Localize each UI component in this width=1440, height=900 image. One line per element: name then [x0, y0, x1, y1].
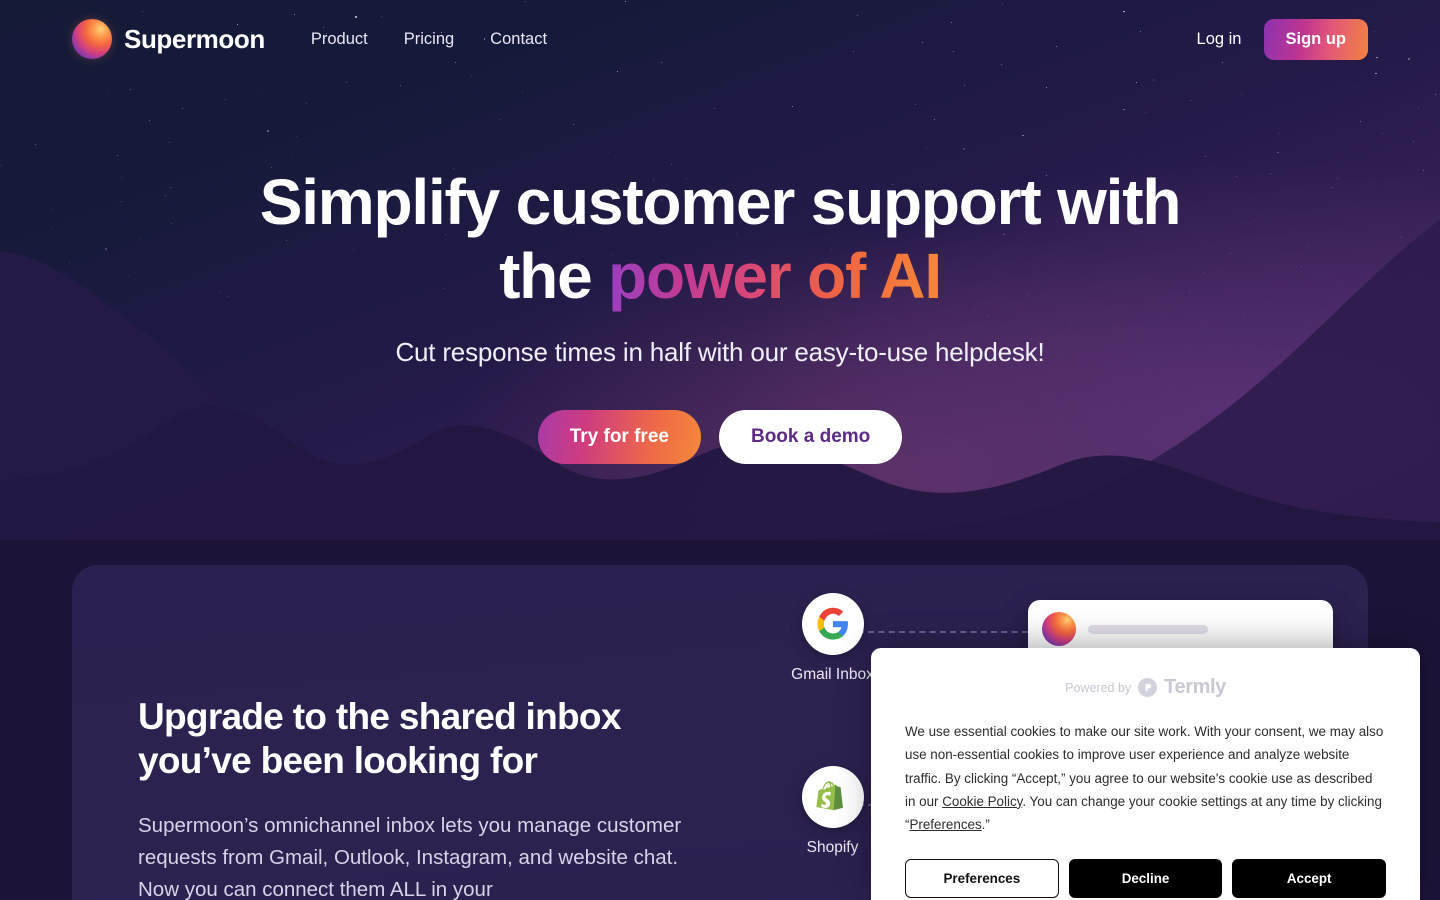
cookie-decline-button[interactable]: Decline	[1069, 859, 1223, 898]
hero-subtitle: Cut response times in half with our easy…	[0, 337, 1440, 368]
cookie-consent-banner: Powered by Termly We use essential cooki…	[871, 648, 1420, 900]
shared-inbox-heading: Upgrade to the shared inbox you’ve been …	[138, 695, 708, 784]
book-a-demo-button[interactable]: Book a demo	[719, 410, 902, 464]
shared-inbox-paragraph: Supermoon’s omnichannel inbox lets you m…	[138, 810, 708, 900]
cookie-banner-buttons: Preferences Decline Accept	[905, 859, 1386, 898]
hero-headline-line1: Simplify customer support with	[260, 166, 1181, 238]
nav-actions: Log in Sign up	[1197, 19, 1368, 60]
nav-link-product[interactable]: Product	[311, 30, 368, 49]
cookie-preferences-button[interactable]: Preferences	[905, 859, 1059, 898]
shopify-bag-icon	[802, 766, 864, 828]
google-g-icon	[802, 593, 864, 655]
hero-headline-accent: power of AI	[608, 240, 941, 312]
app-mockup-header-row	[1042, 612, 1319, 646]
powered-by-termly: Powered by Termly	[905, 676, 1386, 699]
try-for-free-button[interactable]: Try for free	[538, 410, 701, 464]
app-mockup-placeholder-line	[1088, 625, 1208, 634]
signup-button[interactable]: Sign up	[1264, 19, 1369, 60]
brand-name: Supermoon	[124, 24, 265, 55]
termly-wordmark: Termly	[1164, 676, 1226, 699]
cookie-accept-button[interactable]: Accept	[1232, 859, 1386, 898]
shared-inbox-copy: Upgrade to the shared inbox you’ve been …	[138, 695, 708, 900]
termly-badge-icon	[1138, 678, 1157, 697]
nav-link-contact[interactable]: Contact	[490, 30, 547, 49]
cookie-policy-link[interactable]: Cookie Policy	[942, 794, 1022, 809]
hero-section: Supermoon Product Pricing Contact Log in…	[0, 0, 1440, 540]
cookie-consent-text: We use essential cookies to make our sit…	[905, 720, 1386, 837]
supermoon-sphere-icon	[72, 19, 112, 59]
shared-inbox-heading-line2: you’ve been looking for	[138, 740, 537, 781]
hero-headline: Simplify customer support with the power…	[0, 165, 1440, 313]
powered-by-label: Powered by	[1065, 681, 1131, 695]
nav-link-pricing[interactable]: Pricing	[404, 30, 454, 49]
shared-inbox-heading-line1: Upgrade to the shared inbox	[138, 696, 621, 737]
nav-links: Product Pricing Contact	[311, 30, 547, 49]
preferences-link[interactable]: Preferences	[909, 817, 981, 832]
hero-headline-line2-plain: the	[499, 240, 608, 312]
brand-logo[interactable]: Supermoon	[72, 19, 265, 59]
top-navigation-bar: Supermoon Product Pricing Contact Log in…	[0, 0, 1440, 78]
login-link[interactable]: Log in	[1197, 30, 1242, 49]
hero-cta-group: Try for free Book a demo	[0, 410, 1440, 464]
supermoon-sphere-icon	[1042, 612, 1076, 646]
cookie-text-part3: .”	[982, 817, 990, 832]
